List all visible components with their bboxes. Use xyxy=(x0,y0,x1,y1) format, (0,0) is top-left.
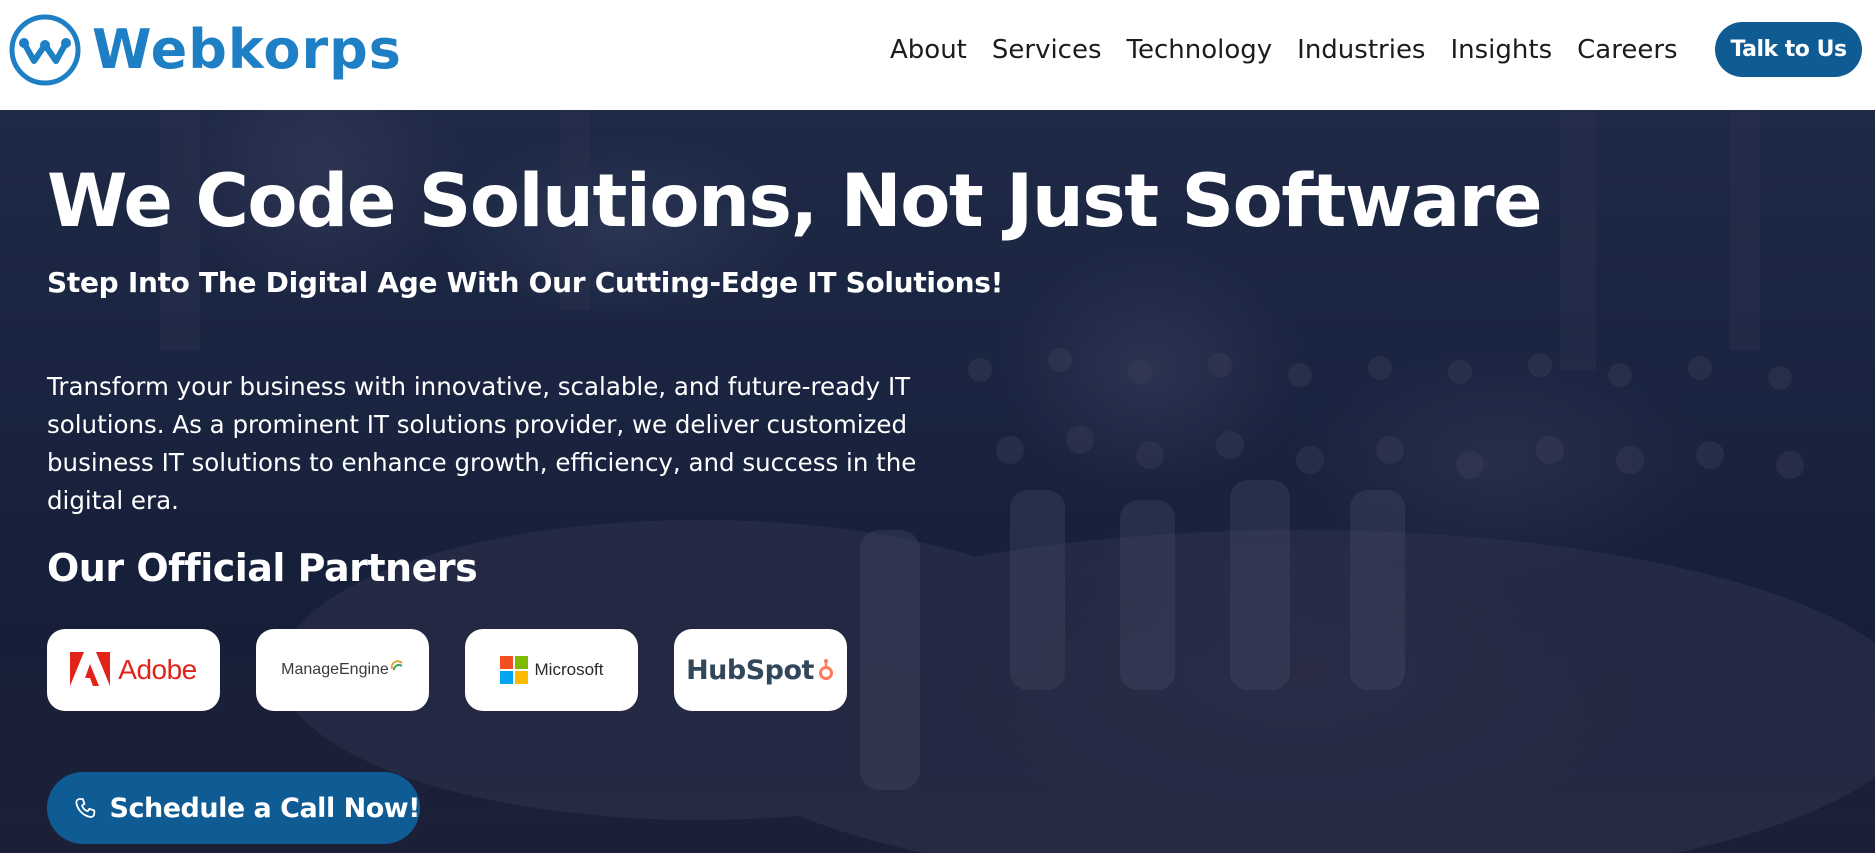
nav-item-industries[interactable]: Industries xyxy=(1297,35,1425,65)
partners-title: Our Official Partners xyxy=(47,546,478,590)
partner-card-adobe[interactable]: Adobe xyxy=(47,629,220,711)
partner-card-manageengine[interactable]: ManageEngine xyxy=(256,629,429,711)
nav-item-about[interactable]: About xyxy=(890,35,967,65)
partner-card-microsoft[interactable]: Microsoft xyxy=(465,629,638,711)
hero-section: We Code Solutions, Not Just Software Ste… xyxy=(0,110,1875,853)
nav-item-services[interactable]: Services xyxy=(992,35,1102,65)
hero-headline: We Code Solutions, Not Just Software xyxy=(47,159,1543,244)
talk-to-us-button[interactable]: Talk to Us xyxy=(1715,22,1862,77)
hero-subheadline: Step Into The Digital Age With Our Cutti… xyxy=(47,266,1004,299)
partner-name-microsoft: Microsoft xyxy=(534,660,604,679)
schedule-call-button[interactable]: Schedule a Call Now! xyxy=(47,772,421,844)
hero-description: Transform your business with innovative,… xyxy=(47,372,917,515)
brand-logo[interactable]: Webkorps xyxy=(8,12,402,88)
phone-icon xyxy=(75,798,96,818)
microsoft-logo-icon xyxy=(499,656,528,684)
nav-item-technology[interactable]: Technology xyxy=(1127,35,1273,65)
partner-card-hubspot[interactable]: HubSpot xyxy=(674,629,847,711)
schedule-call-label: Schedule a Call Now! xyxy=(109,792,421,824)
webkorps-logo-icon xyxy=(9,14,81,86)
brand-name: Webkorps xyxy=(92,18,402,81)
partner-logos: Adobe ManageEngine Microsoft HubSpot xyxy=(47,629,883,711)
adobe-logo-icon xyxy=(70,652,111,686)
site-header: Webkorps About Services Technology Indus… xyxy=(0,0,1875,110)
manageengine-logo-icon xyxy=(390,660,403,671)
main-nav: About Services Technology Industries Ins… xyxy=(890,0,1703,100)
partner-name-adobe: Adobe xyxy=(118,654,197,685)
hubspot-logo-icon xyxy=(818,659,833,680)
nav-item-insights[interactable]: Insights xyxy=(1450,35,1552,65)
partner-name-manageengine: ManageEngine xyxy=(281,661,389,678)
partner-name-hubspot: HubSpot xyxy=(686,654,814,686)
nav-item-careers[interactable]: Careers xyxy=(1577,35,1677,65)
